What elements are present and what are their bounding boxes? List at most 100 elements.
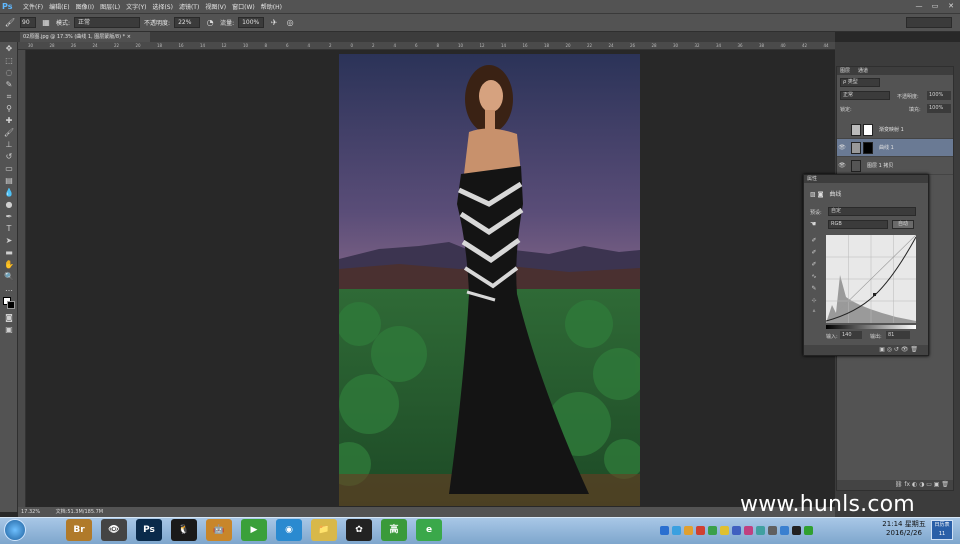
visibility-eye-icon[interactable]: 👁: [837, 144, 847, 151]
taskbar-clock[interactable]: 21:14 星期五 2016/2/26: [880, 520, 928, 538]
path-select-tool-icon[interactable]: ➤: [2, 235, 16, 246]
channel-select[interactable]: RGB: [828, 220, 888, 229]
zoom-tool-icon[interactable]: 🔍: [2, 271, 16, 282]
dodge-tool-icon[interactable]: ●: [2, 199, 16, 210]
start-button-icon[interactable]: [4, 519, 26, 541]
layer-filter-select[interactable]: ρ 类型: [840, 78, 880, 87]
tray-icon[interactable]: [756, 525, 765, 535]
quick-mask-icon[interactable]: ◙: [2, 312, 16, 323]
taskbar-app-icon[interactable]: 👁: [101, 519, 127, 541]
tray-icon[interactable]: [684, 525, 693, 535]
tray-icon[interactable]: [660, 525, 669, 535]
volume-icon[interactable]: [792, 525, 801, 535]
blend-mode-select[interactable]: 正常: [840, 91, 890, 100]
opacity-field[interactable]: 22%: [174, 17, 201, 28]
eraser-tool-icon[interactable]: ▭: [2, 163, 16, 174]
marquee-tool-icon[interactable]: ⬚: [2, 55, 16, 66]
layer-row-curves-selected[interactable]: 👁 曲线 1: [837, 139, 953, 157]
taskbar-app-icon[interactable]: ▶: [241, 519, 267, 541]
brush-tool-icon[interactable]: 🖌: [4, 17, 16, 29]
menu-filter[interactable]: 滤镜(T): [176, 2, 202, 11]
zoom-level[interactable]: 17.32%: [21, 509, 40, 515]
menu-window[interactable]: 窗口(W): [229, 2, 258, 11]
calendar-widget[interactable]: 日历表 11: [931, 520, 953, 540]
taskbar-app-icon[interactable]: ◉: [276, 519, 302, 541]
properties-footer-icons[interactable]: ▣ ◎ ↺ 👁 🗑: [804, 345, 928, 355]
brush-panel-icon[interactable]: ▦: [40, 17, 52, 29]
eyedropper-tool-icon[interactable]: ⚲: [2, 103, 16, 114]
tray-icon[interactable]: [744, 525, 753, 535]
tray-icon[interactable]: [696, 525, 705, 535]
move-tool-icon[interactable]: ✥: [2, 43, 16, 54]
taskbar-app-icon[interactable]: 🤖: [206, 519, 232, 541]
tray-icon[interactable]: [732, 525, 741, 535]
minimize-button[interactable]: —: [914, 1, 924, 11]
taskbar-app-icon[interactable]: Ps: [136, 519, 162, 541]
color-swatches-icon[interactable]: [2, 295, 16, 311]
input-field[interactable]: 140: [840, 331, 862, 339]
taskbar-app-icon[interactable]: 高: [381, 519, 407, 541]
more-tools-icon[interactable]: …: [2, 283, 16, 294]
output-field[interactable]: 81: [886, 331, 910, 339]
quick-select-tool-icon[interactable]: ✎: [2, 79, 16, 90]
input-gradient-bar[interactable]: [826, 325, 916, 329]
screen-mode-icon[interactable]: ▣: [2, 324, 16, 335]
menu-view[interactable]: 视图(V): [202, 2, 229, 11]
menu-select[interactable]: 选择(S): [149, 2, 176, 11]
hand-tool-icon[interactable]: ✋: [2, 259, 16, 270]
curves-side-tools[interactable]: ✐ ✐ ✐ ∿ ✎ ⊹ ᴬ: [808, 235, 820, 319]
healing-tool-icon[interactable]: ✚: [2, 115, 16, 126]
document-photo[interactable]: [339, 54, 640, 506]
taskbar-app-icon[interactable]: ✿: [346, 519, 372, 541]
layer-opacity-field[interactable]: 100%: [927, 91, 951, 100]
brush-size-picker[interactable]: 90: [20, 17, 36, 28]
gradient-tool-icon[interactable]: ▤: [2, 175, 16, 186]
tray-icon[interactable]: [720, 525, 729, 535]
history-brush-tool-icon[interactable]: ↺: [2, 151, 16, 162]
crop-tool-icon[interactable]: ⌗: [2, 91, 16, 102]
pressure-size-icon[interactable]: ◎: [284, 17, 296, 29]
tray-icon[interactable]: [708, 525, 717, 535]
layer-row-gradient-map[interactable]: 渐变映射 1: [837, 121, 953, 139]
menu-file[interactable]: 文件(F): [20, 2, 46, 11]
layer-row-copy[interactable]: 👁 图层 1 拷贝: [837, 157, 953, 175]
blur-tool-icon[interactable]: 💧: [2, 187, 16, 198]
fill-field[interactable]: 100%: [927, 104, 951, 113]
menu-help[interactable]: 帮助(H): [258, 2, 285, 11]
taskbar-app-icon[interactable]: 📁: [311, 519, 337, 541]
taskbar-app-icon[interactable]: e: [416, 519, 442, 541]
menu-layer[interactable]: 图层(L): [97, 2, 123, 11]
tray-icon[interactable]: [780, 525, 789, 535]
taskbar-app-icon[interactable]: 🐧: [171, 519, 197, 541]
taskbar-app-icon[interactable]: Br: [66, 519, 92, 541]
preset-select[interactable]: 自定: [828, 207, 916, 216]
lasso-tool-icon[interactable]: ◌: [2, 67, 16, 78]
flow-field[interactable]: 100%: [238, 17, 265, 28]
auto-button[interactable]: 自动: [892, 220, 914, 229]
menu-edit[interactable]: 编辑(E): [46, 2, 72, 11]
hand-adjust-icon[interactable]: ☚: [810, 220, 816, 228]
menu-type[interactable]: 文字(Y): [123, 2, 149, 11]
document-tab-close-icon[interactable]: ×: [127, 34, 131, 40]
pressure-opacity-icon[interactable]: ◔: [204, 17, 216, 29]
menu-image[interactable]: 图像(I): [73, 2, 97, 11]
type-tool-icon[interactable]: T: [2, 223, 16, 234]
mode-select[interactable]: 正常: [74, 17, 141, 28]
visibility-eye-icon[interactable]: 👁: [837, 162, 847, 169]
layers-footer-icons[interactable]: ⛓ fx ◐ ◑ ▭ ▣ 🗑: [837, 480, 953, 490]
clone-stamp-tool-icon[interactable]: ⊥: [2, 139, 16, 150]
tray-icon[interactable]: [672, 525, 681, 535]
shape-tool-icon[interactable]: ▬: [2, 247, 16, 258]
tab-layers[interactable]: 图层: [837, 67, 853, 75]
tray-icon[interactable]: [768, 525, 777, 535]
brush-tool-icon-side[interactable]: 🖌: [2, 127, 16, 138]
properties-tab[interactable]: 属性: [804, 175, 928, 183]
pen-tool-icon[interactable]: ✒: [2, 211, 16, 222]
workspace-select[interactable]: [906, 17, 952, 28]
curves-graph[interactable]: [826, 235, 916, 323]
close-button[interactable]: ✕: [946, 1, 956, 11]
tab-channels[interactable]: 通道: [855, 67, 871, 75]
airbrush-icon[interactable]: ✈: [268, 17, 280, 29]
network-icon[interactable]: [804, 525, 813, 535]
document-tab[interactable]: 02原图.jpg @ 17.3% (曲线 1, 图层蒙版/8) * ×: [20, 32, 150, 42]
